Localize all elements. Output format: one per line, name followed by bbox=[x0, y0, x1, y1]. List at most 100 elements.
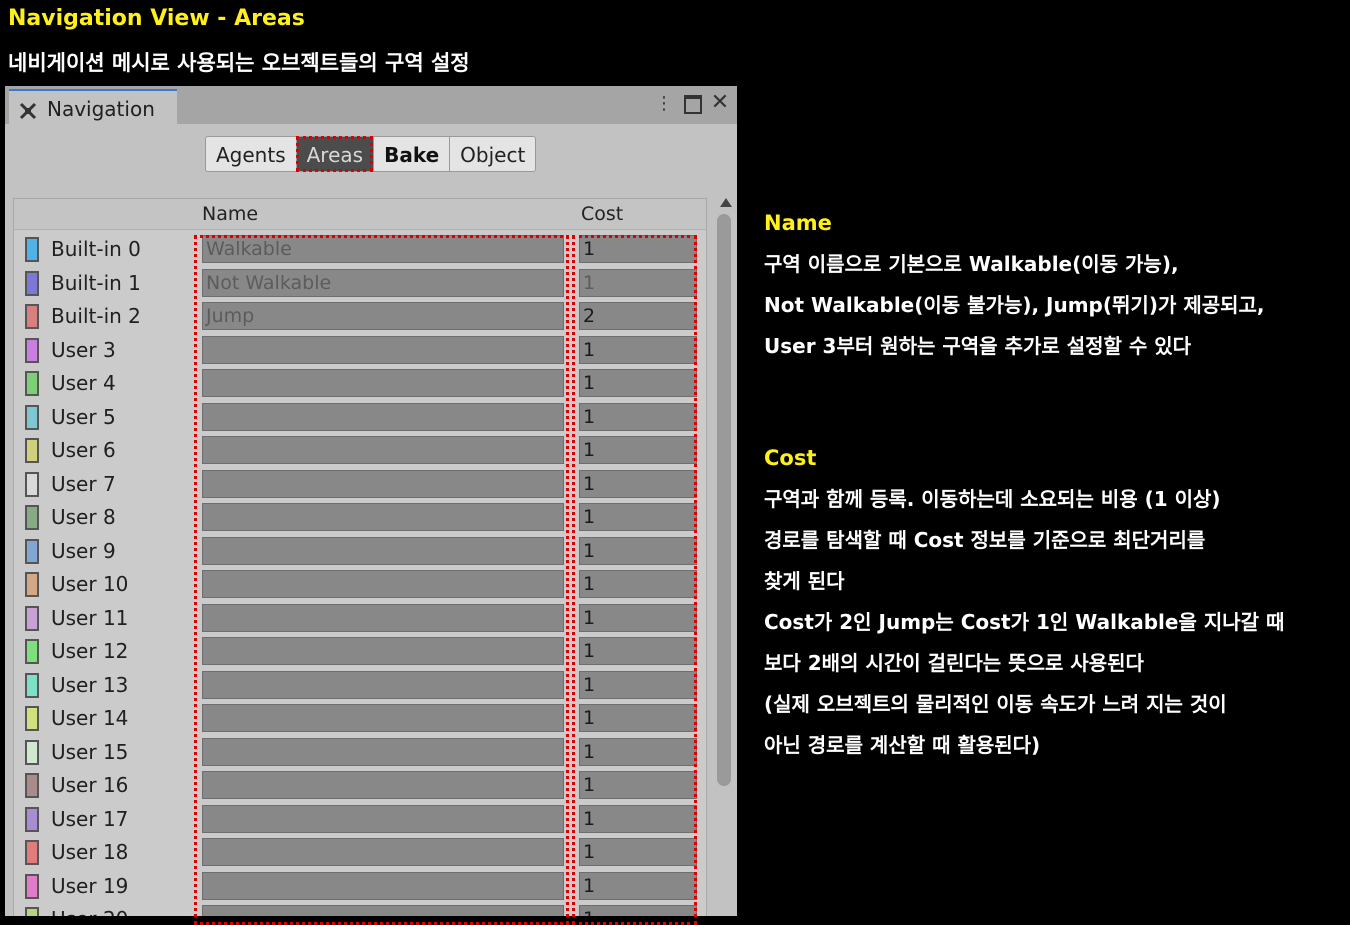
area-color-swatch[interactable] bbox=[25, 639, 39, 664]
area-name-field[interactable] bbox=[202, 369, 564, 397]
area-color-swatch[interactable] bbox=[25, 907, 39, 916]
cost-note-line: 보다 2배의 시간이 걸린다는 뜻으로 사용된다 bbox=[764, 651, 1144, 675]
area-name-field[interactable] bbox=[202, 335, 564, 364]
area-label: User 8 bbox=[51, 505, 116, 529]
area-row: User 3 1 bbox=[13, 334, 707, 368]
area-cost-field[interactable]: 1 bbox=[579, 369, 697, 397]
tab-areas[interactable]: Areas bbox=[295, 136, 374, 172]
area-cost-field[interactable]: 1 bbox=[579, 737, 697, 766]
area-color-swatch[interactable] bbox=[25, 471, 39, 497]
area-name-field[interactable] bbox=[202, 905, 564, 916]
area-name-field[interactable] bbox=[202, 603, 564, 632]
area-cost-field[interactable]: 1 bbox=[579, 670, 697, 699]
vertical-scrollbar[interactable] bbox=[713, 194, 735, 916]
area-name-field[interactable] bbox=[202, 670, 564, 699]
maximize-icon[interactable] bbox=[684, 95, 702, 114]
area-name-field[interactable] bbox=[202, 704, 564, 732]
tab-agents[interactable]: Agents bbox=[205, 136, 296, 172]
area-color-swatch[interactable] bbox=[25, 371, 39, 396]
area-label: User 14 bbox=[51, 706, 129, 730]
area-name-field[interactable] bbox=[202, 503, 564, 531]
tab-object[interactable]: Object bbox=[449, 136, 537, 172]
area-cost-field[interactable]: 1 bbox=[579, 637, 697, 665]
area-cost-field[interactable]: 1 bbox=[579, 402, 697, 431]
area-label: User 10 bbox=[51, 572, 129, 596]
area-color-swatch[interactable] bbox=[25, 739, 39, 765]
area-color-swatch[interactable] bbox=[25, 840, 39, 865]
area-cost-field[interactable]: 1 bbox=[579, 570, 697, 598]
area-label: User 13 bbox=[51, 672, 129, 697]
scrollbar-thumb[interactable] bbox=[717, 214, 731, 786]
area-color-swatch[interactable] bbox=[25, 773, 39, 798]
area-cost-field[interactable]: 1 bbox=[579, 436, 697, 464]
area-color-swatch[interactable] bbox=[25, 672, 39, 698]
area-cost-field[interactable]: 1 bbox=[579, 771, 697, 799]
area-color-swatch[interactable] bbox=[25, 873, 39, 899]
area-name-field[interactable] bbox=[202, 536, 564, 565]
area-name-field[interactable] bbox=[202, 771, 564, 799]
area-cost-field[interactable]: 1 bbox=[579, 536, 697, 565]
area-row: User 8 1 bbox=[13, 501, 707, 535]
area-color-swatch[interactable] bbox=[25, 505, 39, 530]
area-name-field[interactable] bbox=[202, 804, 564, 833]
area-color-swatch[interactable] bbox=[25, 572, 39, 597]
area-name-field: Jump bbox=[202, 302, 564, 330]
area-cost-field[interactable]: 1 bbox=[579, 871, 697, 900]
cost-column-header: Cost bbox=[581, 203, 624, 225]
area-row: User 12 1 bbox=[13, 635, 707, 669]
area-name-field[interactable] bbox=[202, 737, 564, 766]
area-color-swatch[interactable] bbox=[25, 237, 39, 262]
area-color-swatch[interactable] bbox=[25, 337, 39, 363]
area-name-field[interactable] bbox=[202, 402, 564, 431]
area-cost-field[interactable]: 1 bbox=[579, 335, 697, 364]
area-row: Built-in 2 Jump 2 bbox=[13, 300, 707, 334]
area-color-swatch[interactable] bbox=[25, 806, 39, 832]
area-name-field[interactable] bbox=[202, 436, 564, 464]
area-color-swatch[interactable] bbox=[25, 404, 39, 430]
area-label: User 3 bbox=[51, 337, 116, 362]
area-row: User 6 1 bbox=[13, 434, 707, 468]
area-row: User 7 1 bbox=[13, 468, 707, 502]
area-cost-field[interactable]: 1 bbox=[579, 905, 697, 916]
area-label: User 12 bbox=[51, 639, 129, 663]
area-row: User 5 1 bbox=[13, 401, 707, 435]
area-name-field[interactable] bbox=[202, 637, 564, 665]
more-options-icon[interactable]: ⋮ bbox=[655, 93, 673, 115]
area-name-field[interactable] bbox=[202, 469, 564, 498]
area-rows: Built-in 0 Walkable 1 Built-in 1 Not Walkabl… bbox=[13, 233, 707, 916]
scroll-up-arrow-icon[interactable] bbox=[720, 198, 732, 207]
area-cost-field[interactable]: 1 bbox=[579, 838, 697, 866]
area-name-field[interactable] bbox=[202, 871, 564, 900]
area-cost-field[interactable]: 2 bbox=[579, 302, 697, 330]
tab-bake[interactable]: Bake bbox=[373, 136, 450, 172]
area-cost-field: 1 bbox=[579, 268, 697, 297]
area-cost-field[interactable]: 1 bbox=[579, 804, 697, 833]
header-title: Navigation View - Areas bbox=[8, 6, 305, 31]
area-color-swatch[interactable] bbox=[25, 304, 39, 329]
navigation-window-tab[interactable]: Navigation bbox=[9, 89, 177, 126]
area-color-swatch[interactable] bbox=[25, 538, 39, 564]
area-color-swatch[interactable] bbox=[25, 706, 39, 731]
area-name-field[interactable] bbox=[202, 838, 564, 866]
list-header: Name Cost bbox=[14, 199, 706, 230]
explanation-notes: Name 구역 이름으로 기본으로 Walkable(이동 가능), Not W… bbox=[764, 205, 1344, 767]
area-color-swatch[interactable] bbox=[25, 270, 39, 296]
area-row: User 9 1 bbox=[13, 535, 707, 569]
area-row: User 11 1 bbox=[13, 602, 707, 636]
area-cost-field[interactable]: 1 bbox=[579, 503, 697, 531]
cost-note-line: 경로를 탐색할 때 Cost 정보를 기준으로 최단거리를 bbox=[764, 528, 1206, 552]
area-cost-field[interactable]: 1 bbox=[579, 704, 697, 732]
area-name-field[interactable] bbox=[202, 570, 564, 598]
area-cost-field[interactable]: 1 bbox=[579, 235, 697, 263]
area-color-swatch[interactable] bbox=[25, 605, 39, 631]
area-cost-field[interactable]: 1 bbox=[579, 603, 697, 632]
area-name-field: Walkable bbox=[202, 235, 564, 263]
area-label: User 6 bbox=[51, 438, 116, 462]
close-icon[interactable]: ✕ bbox=[708, 90, 732, 116]
area-cost-field[interactable]: 1 bbox=[579, 469, 697, 498]
cost-note-line: 아닌 경로를 계산할 때 활용된다) bbox=[764, 733, 1041, 757]
area-row: User 19 1 bbox=[13, 870, 707, 904]
area-color-swatch[interactable] bbox=[25, 438, 39, 463]
area-label: User 16 bbox=[51, 773, 129, 797]
header-subtitle: 네비게이션 메시로 사용되는 오브젝트들의 구역 설정 bbox=[8, 51, 470, 75]
